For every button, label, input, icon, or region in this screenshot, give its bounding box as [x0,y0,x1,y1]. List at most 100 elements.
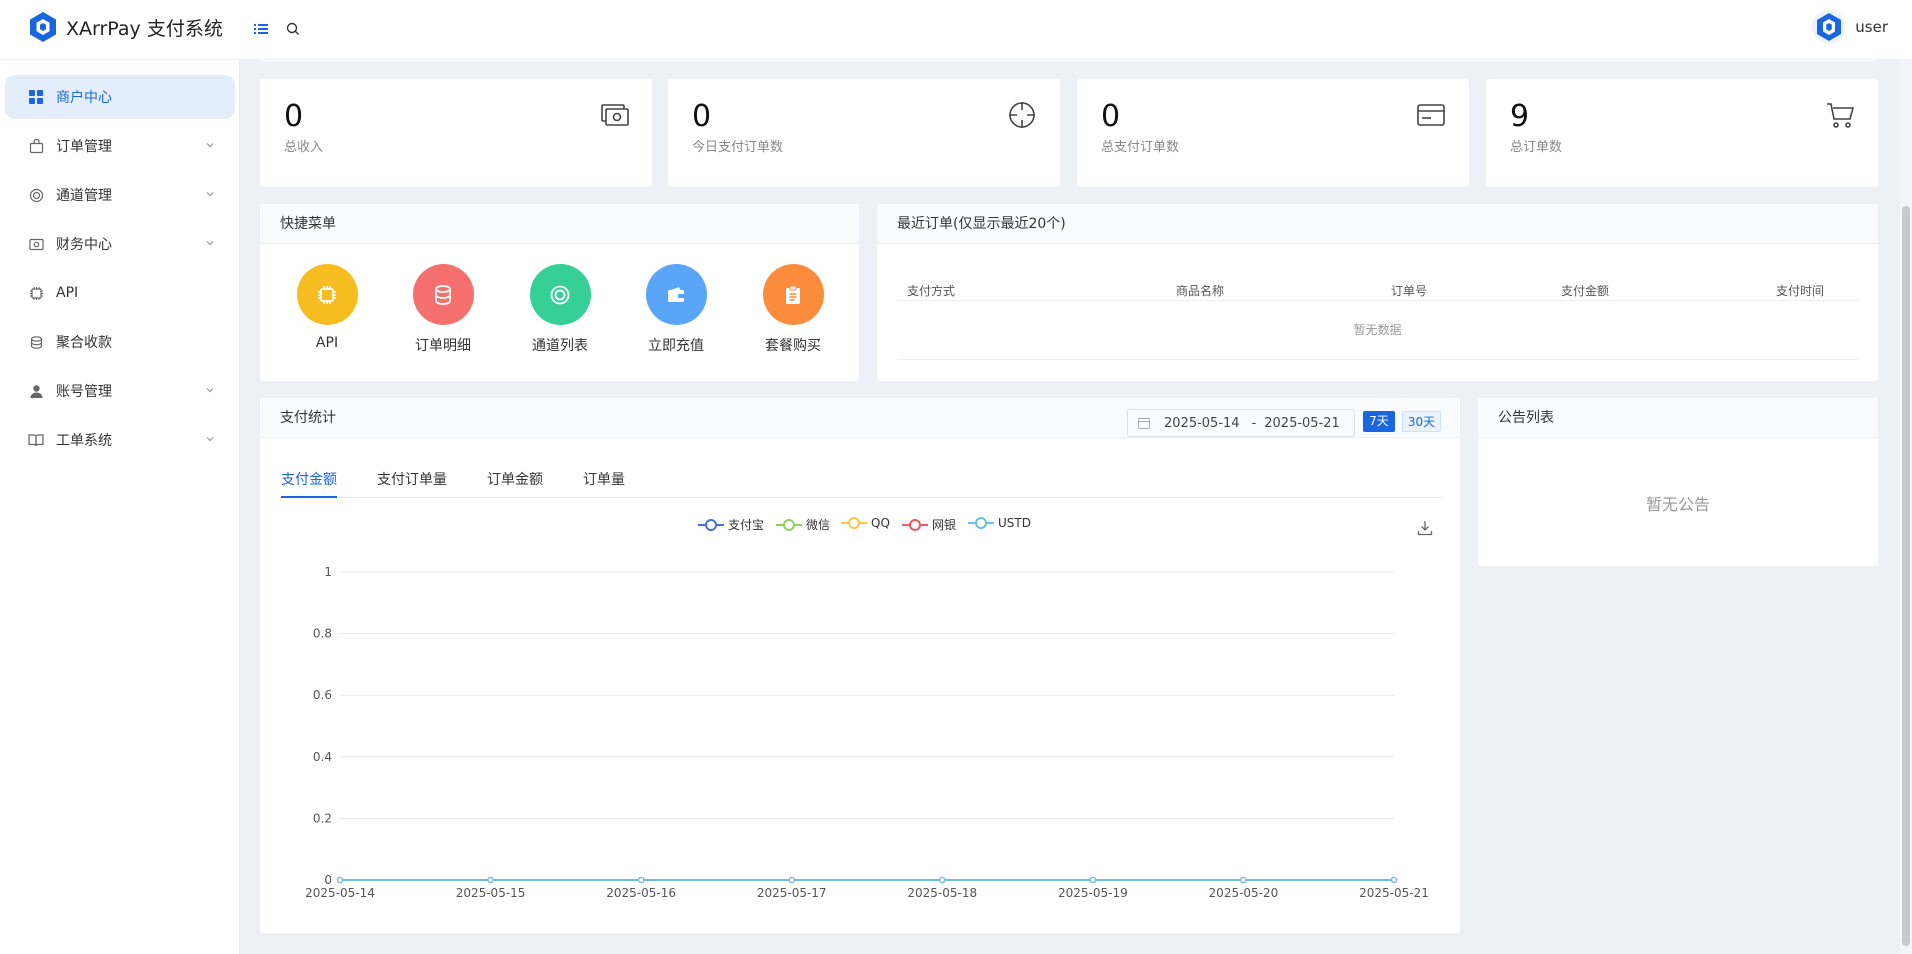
grid-icon [28,89,44,105]
notice-title: 公告列表 [1478,398,1878,438]
stat-label: 总订单数 [1510,140,1563,155]
empty-text: 暂无数据 [1353,323,1402,337]
scrollbar-track[interactable] [1900,60,1912,954]
sidebar-item-account[interactable]: 账号管理 [5,369,235,413]
sidebar-item-label: 订单管理 [56,139,112,155]
column-header: 支付时间 [1776,284,1825,298]
x-tick-label: 2025-05-19 [1058,886,1128,900]
data-point [1240,876,1247,884]
legend-label: 微信 [806,518,831,532]
sidebar-item-label: 工单系统 [56,433,112,449]
column-header: 商品名称 [1176,284,1225,298]
quick-item-label: API [315,335,339,351]
x-tick-label: 2025-05-17 [757,886,827,900]
tab-pay-amount[interactable]: 支付金额 [281,469,337,489]
book-icon [28,432,44,448]
tab-order-count[interactable]: 订单量 [583,469,625,489]
y-tick-label: 0.4 [313,750,332,764]
top-bar: XArrPay 支付系统 user [0,0,1912,60]
x-tick-label: 2025-05-15 [456,886,526,900]
legend-marker [902,518,928,531]
sidebar-item-ticket-system[interactable]: 工单系统 [5,418,235,462]
data-point [1390,876,1398,884]
scrolled-edge [260,58,1876,62]
legend-item[interactable]: QQ [841,516,890,530]
quick-item-order-detail[interactable]: 订单明细 [393,264,493,355]
sidebar-item-api[interactable]: API [5,271,235,315]
clipboard-icon [762,264,824,325]
legend-marker [698,518,724,531]
date-range-picker[interactable]: 2025-05-14 - 2025-05-21 [1127,409,1355,437]
quick-item-label: 立即充值 [648,338,704,354]
calendar-icon [1138,418,1150,429]
data-point [638,876,645,884]
table-divider [897,359,1858,360]
tab-order-amount[interactable]: 订单金额 [487,469,543,489]
sidebar-item-label: 账号管理 [56,384,112,400]
download-icon[interactable] [1417,520,1433,536]
quick-item-package-purchase[interactable]: 套餐购买 [743,264,843,355]
scrollbar-thumb[interactable] [1902,206,1910,946]
legend-item[interactable]: 网银 [902,516,956,533]
stat-value: 0 [692,99,712,134]
active-tab-indicator [281,496,337,498]
column-header: 支付方式 [907,284,956,298]
search-icon[interactable] [284,20,302,38]
user-menu[interactable]: user [1811,8,1888,46]
sidebar-item-orders[interactable]: 订单管理 [5,124,235,168]
sidebar-item-label: 财务中心 [56,237,112,253]
sidebar-item-aggregate-payment[interactable]: 聚合收款 [5,320,235,364]
date-start: 2025-05-14 [1164,415,1240,431]
notice-card: 公告列表 暂无公告 [1478,398,1878,566]
x-tick-label: 2025-05-20 [1209,886,1279,900]
range-30-days-button[interactable]: 30天 [1402,411,1441,432]
range-7-days-button[interactable]: 7天 [1363,411,1395,432]
legend-label: 网银 [932,518,957,532]
stat-label: 总支付订单数 [1101,140,1180,155]
sidebar-item-channels[interactable]: 通道管理 [5,173,235,217]
sidebar-item-label: 通道管理 [56,188,112,204]
database-icon [412,264,474,325]
quick-menu-card: 快捷菜单 API 订单明细 通道列表 立即充值 套餐购买 [260,204,859,381]
stat-card-total-income: 0 总收入 [260,79,652,187]
money-stack-icon [601,104,629,126]
pay-stats-chart: 0 0.2 0.4 0.6 0.8 1 2025-05-14 2025-05-15 2025-0… [305,565,1429,900]
bag-icon [28,138,44,154]
quick-item-api[interactable]: API [277,264,377,351]
legend-item[interactable]: 支付宝 [698,516,764,533]
chevron-down-icon [206,192,214,197]
y-tick-label: 0.2 [313,811,332,825]
column-header: 支付金额 [1561,284,1610,298]
coins-icon [28,334,44,350]
legend-label: USTD [998,516,1031,530]
legend-item[interactable]: 微信 [776,516,830,533]
user-icon [28,383,44,399]
sidebar-item-finance[interactable]: 财务中心 [5,222,235,266]
date-separator: - [1251,415,1257,431]
menu-toggle-icon[interactable] [252,20,270,38]
chip-icon [296,264,358,325]
x-tick-label: 2025-05-14 [305,886,375,900]
legend-item[interactable]: USTD [968,516,1031,530]
money-icon [28,236,44,252]
tabs-baseline [281,497,1441,498]
brand[interactable]: XArrPay 支付系统 [28,10,223,44]
recent-orders-title: 最近订单(仅显示最近20个) [877,204,1878,244]
date-end: 2025-05-21 [1264,415,1340,431]
data-point [336,876,344,884]
ring-icon [529,264,591,325]
sidebar-item-label: API [56,285,79,301]
stat-card-today-paid-orders: 0 今日支付订单数 [668,79,1060,187]
quick-item-recharge[interactable]: 立即充值 [626,264,726,355]
stat-value: 0 [1101,99,1121,134]
chevron-down-icon [206,143,214,148]
username: user [1855,18,1888,36]
quick-item-label: 订单明细 [415,338,471,354]
legend-marker [841,517,867,529]
x-tick-label: 2025-05-18 [907,886,977,900]
tab-pay-order-count[interactable]: 支付订单量 [377,469,447,489]
sidebar-item-merchant-center[interactable]: 商户中心 [5,75,235,119]
x-tick-label: 2025-05-21 [1359,886,1429,900]
quick-item-channel-list[interactable]: 通道列表 [510,264,610,355]
legend-label: 支付宝 [728,518,765,532]
